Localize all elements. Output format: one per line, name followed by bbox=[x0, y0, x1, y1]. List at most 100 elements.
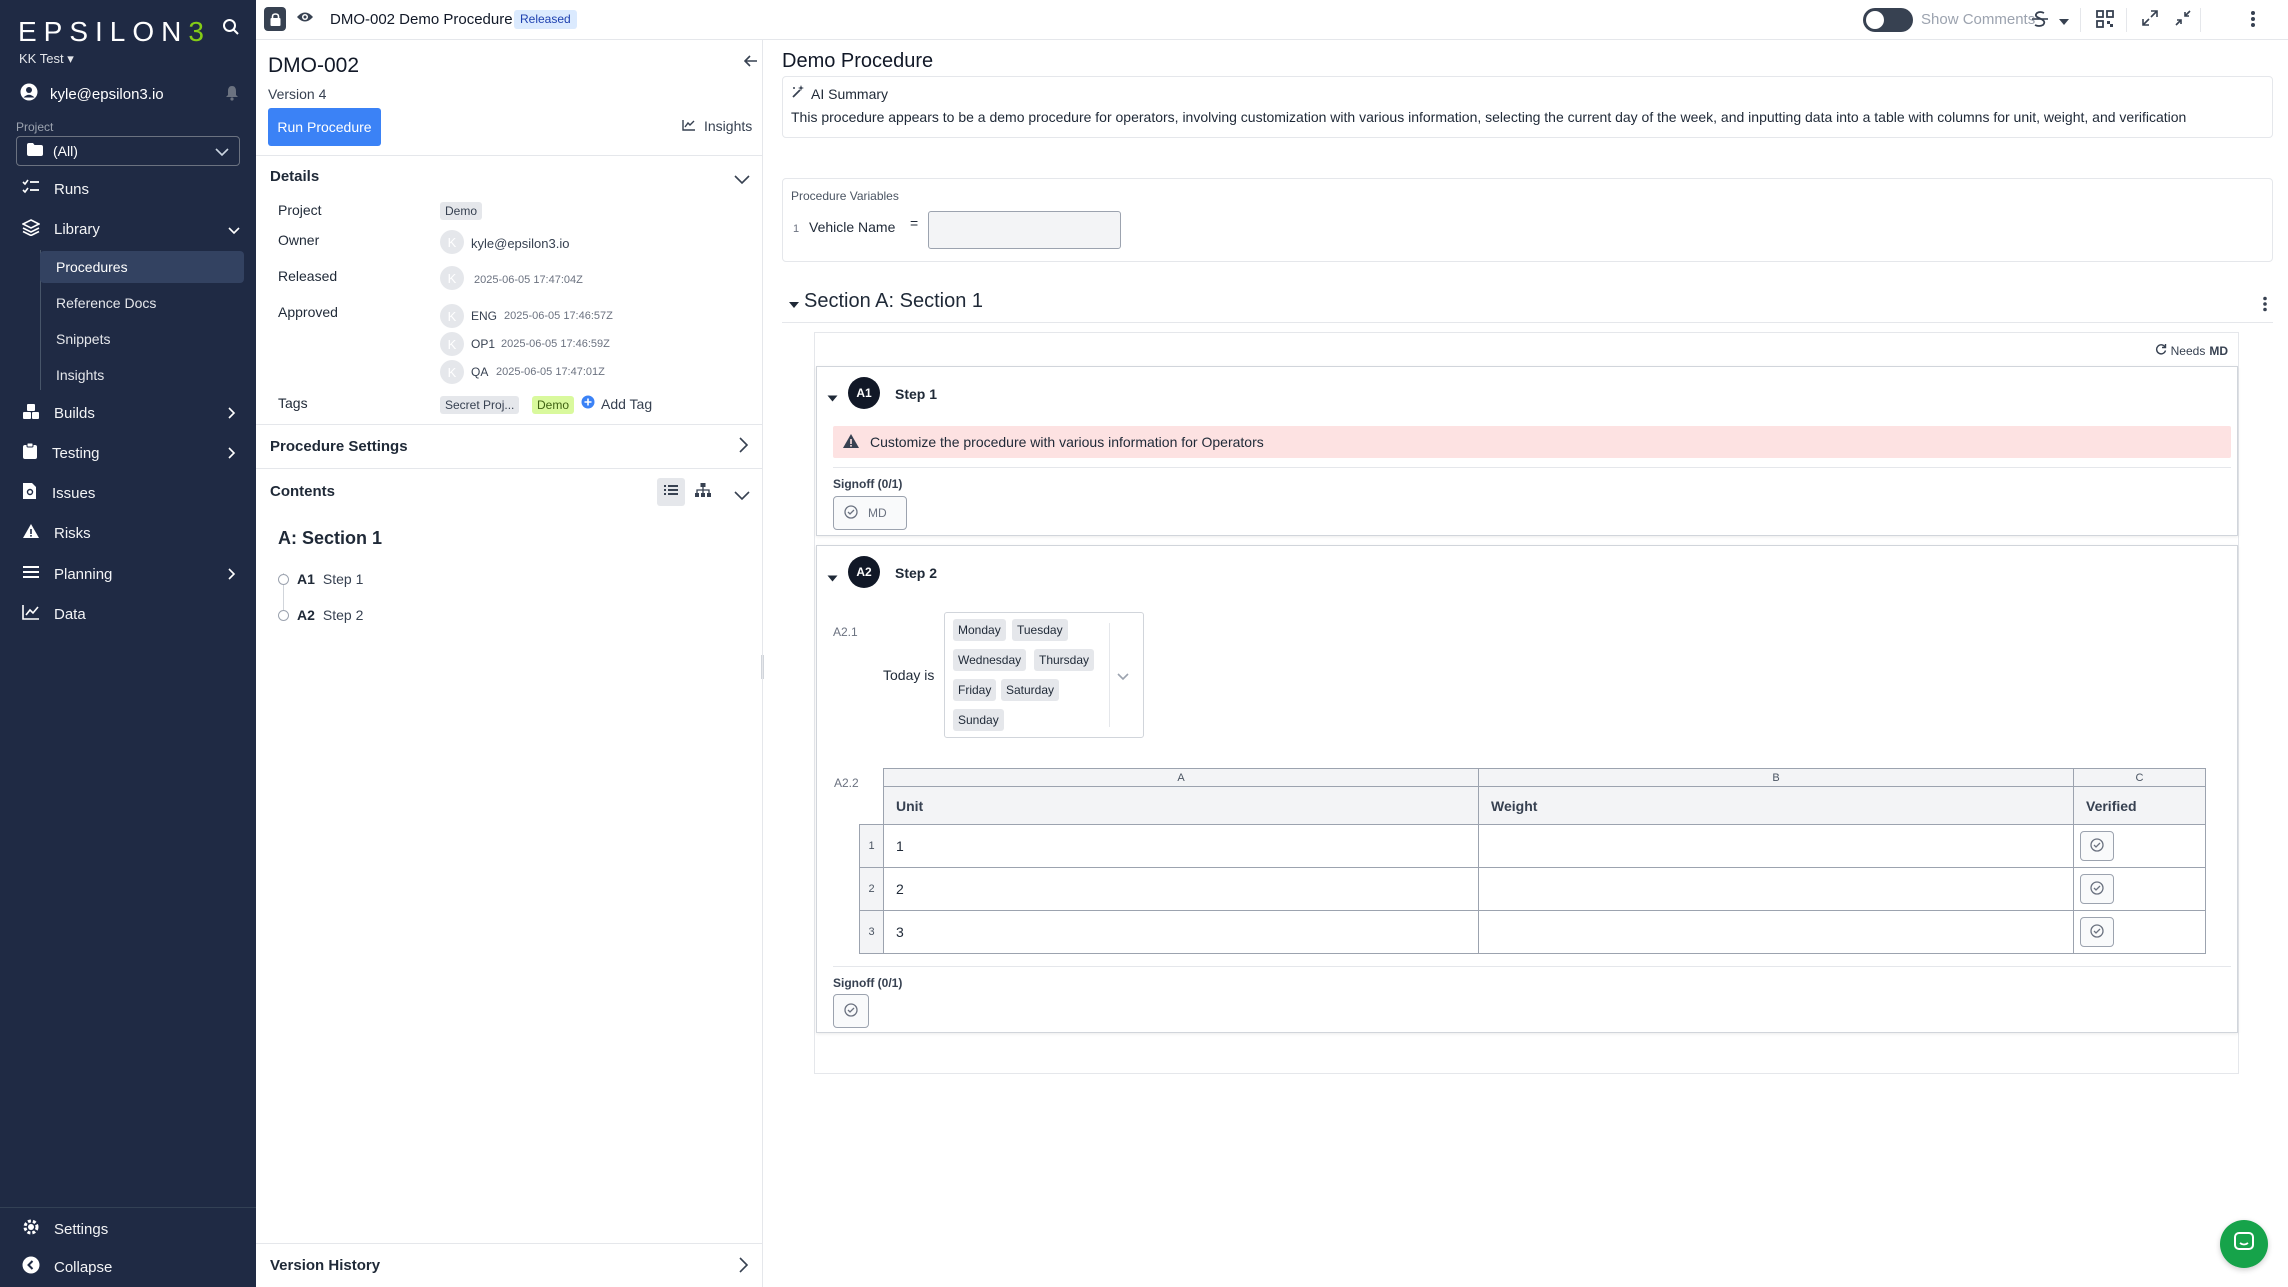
procedure-settings-header[interactable]: Procedure Settings bbox=[270, 438, 408, 455]
day-option[interactable]: Friday bbox=[953, 679, 997, 701]
insights-link[interactable]: Insights bbox=[682, 118, 752, 134]
vehicle-name-input[interactable] bbox=[928, 211, 1121, 249]
contents-header[interactable]: Contents bbox=[270, 483, 335, 500]
caret-down-icon[interactable] bbox=[827, 389, 838, 407]
nav-item-runs[interactable]: Runs bbox=[0, 171, 256, 207]
procedure-details-panel: DMO-002 Version 4 Run Procedure Insights… bbox=[256, 40, 764, 1287]
weight-cell[interactable] bbox=[1478, 824, 2074, 868]
procedure-variables-title: Procedure Variables bbox=[791, 189, 899, 203]
chevron-down-icon[interactable] bbox=[1117, 668, 1129, 686]
nav-subitem-insights[interactable]: Insights bbox=[40, 359, 244, 391]
toolbar-divider bbox=[2126, 8, 2127, 32]
day-multiselect[interactable]: Monday Tuesday Wednesday Thursday Friday… bbox=[944, 612, 1144, 738]
workspace-selector[interactable]: KK Test ▾ bbox=[19, 51, 74, 67]
user-menu[interactable]: kyle@epsilon3.io bbox=[20, 83, 164, 105]
nav-label: Runs bbox=[54, 180, 90, 198]
chevron-down-icon[interactable] bbox=[734, 488, 750, 506]
unit-cell[interactable]: 2 bbox=[883, 867, 1479, 911]
owner-email: kyle@epsilon3.io bbox=[471, 236, 570, 251]
day-option[interactable]: Wednesday bbox=[953, 649, 1027, 671]
warning-triangle-icon bbox=[842, 433, 860, 452]
day-option[interactable]: Monday bbox=[953, 619, 1006, 641]
toc-node-dot bbox=[278, 609, 289, 621]
nav-item-planning[interactable]: Planning bbox=[0, 556, 256, 592]
signoff-md-button[interactable]: MD bbox=[833, 496, 907, 530]
nav-item-risks[interactable]: Risks bbox=[0, 515, 256, 551]
sparkle-wand-icon bbox=[791, 85, 805, 102]
day-option[interactable]: Saturday bbox=[1001, 679, 1060, 701]
nav-item-settings[interactable]: Settings bbox=[0, 1211, 256, 1247]
caret-down-icon[interactable] bbox=[788, 296, 800, 314]
toc-node-dot bbox=[278, 573, 289, 585]
nav-item-data[interactable]: Data bbox=[0, 596, 256, 632]
weight-cell[interactable] bbox=[1478, 867, 2074, 911]
verify-check-button[interactable] bbox=[2080, 917, 2114, 947]
toc-section-title[interactable]: A: Section 1 bbox=[278, 528, 382, 549]
show-comments-toggle[interactable] bbox=[1863, 8, 1913, 32]
list-check-icon bbox=[22, 179, 40, 199]
search-icon[interactable] bbox=[222, 18, 244, 40]
expand-icon[interactable] bbox=[2142, 10, 2158, 31]
eye-icon[interactable] bbox=[296, 10, 314, 29]
kebab-menu-icon[interactable] bbox=[2250, 10, 2256, 33]
needs-signoff-indicator: Needs MD bbox=[2155, 343, 2228, 358]
chat-bubble-icon bbox=[2233, 1231, 2255, 1258]
kebab-menu-icon[interactable] bbox=[2262, 296, 2268, 317]
weight-cell[interactable] bbox=[1478, 910, 2074, 954]
signoff-button[interactable] bbox=[833, 994, 869, 1028]
nav-label: Risks bbox=[54, 524, 91, 542]
nav-item-testing[interactable]: Testing bbox=[0, 435, 256, 471]
caret-down-icon[interactable] bbox=[827, 569, 838, 587]
nav-item-issues[interactable]: Issues bbox=[0, 475, 256, 511]
chat-launcher-button[interactable] bbox=[2220, 1220, 2268, 1268]
tree-view-button[interactable] bbox=[689, 478, 717, 506]
strikethrough-icon[interactable] bbox=[2031, 10, 2049, 33]
unit-cell[interactable]: 3 bbox=[883, 910, 1479, 954]
chevron-right-icon[interactable] bbox=[739, 1257, 749, 1278]
layers-icon bbox=[21, 218, 41, 240]
nav-subitem-reference-docs[interactable]: Reference Docs bbox=[40, 287, 244, 319]
add-tag-button[interactable]: Add Tag bbox=[581, 395, 652, 412]
day-option[interactable]: Tuesday bbox=[1012, 619, 1068, 641]
caret-down-icon[interactable] bbox=[2058, 13, 2070, 31]
divider bbox=[256, 155, 763, 156]
procedure-title: DMO-002 Demo Procedure bbox=[330, 11, 513, 28]
line-chart-icon bbox=[682, 118, 696, 134]
qr-grid-icon[interactable] bbox=[2096, 10, 2114, 33]
project-select[interactable]: (All) bbox=[16, 136, 240, 166]
epsilon3-logo[interactable]: EPSILON3 bbox=[18, 16, 211, 48]
show-comments-label: Show Comments bbox=[1921, 11, 2036, 28]
chevron-right-icon[interactable] bbox=[739, 437, 749, 458]
day-option[interactable]: Thursday bbox=[1034, 649, 1095, 671]
toc-step-label: Step 1 bbox=[322, 571, 364, 587]
detail-label-owner: Owner bbox=[278, 232, 320, 248]
lock-icon[interactable] bbox=[264, 7, 286, 31]
details-header[interactable]: Details bbox=[270, 168, 319, 185]
nav-divider bbox=[0, 1207, 256, 1208]
run-procedure-button[interactable]: Run Procedure bbox=[268, 108, 381, 146]
bell-icon[interactable] bbox=[225, 85, 239, 106]
nav-item-collapse[interactable]: Collapse bbox=[0, 1249, 256, 1285]
verify-check-button[interactable] bbox=[2080, 831, 2114, 861]
menu-lines-icon bbox=[22, 565, 40, 583]
nav-item-builds[interactable]: Builds bbox=[0, 395, 256, 431]
toc-item-a1[interactable]: A1 Step 1 bbox=[278, 571, 363, 587]
version-history-header[interactable]: Version History bbox=[270, 1257, 380, 1274]
verify-check-button[interactable] bbox=[2080, 874, 2114, 904]
toc-item-a2[interactable]: A2 Step 2 bbox=[278, 607, 363, 623]
compress-icon[interactable] bbox=[2175, 10, 2191, 31]
chevron-down-icon[interactable] bbox=[734, 172, 750, 190]
section-a-header[interactable]: Section A: Section 1 bbox=[782, 283, 2273, 323]
nav-subitem-snippets[interactable]: Snippets bbox=[40, 323, 244, 355]
day-option[interactable]: Sunday bbox=[953, 709, 1004, 731]
list-view-button[interactable] bbox=[657, 478, 685, 506]
nav-item-library[interactable]: Library bbox=[0, 211, 256, 247]
unit-cell[interactable]: 1 bbox=[883, 824, 1479, 868]
tag-chip[interactable]: Secret Proj... bbox=[440, 396, 520, 414]
arrow-left-icon[interactable] bbox=[743, 54, 758, 72]
variable-number: 1 bbox=[793, 223, 800, 235]
tag-chip[interactable]: Demo bbox=[532, 396, 575, 414]
toolbar-divider bbox=[2080, 8, 2081, 32]
column-letter: B bbox=[1478, 768, 2074, 787]
nav-subitem-procedures[interactable]: Procedures bbox=[40, 251, 244, 283]
